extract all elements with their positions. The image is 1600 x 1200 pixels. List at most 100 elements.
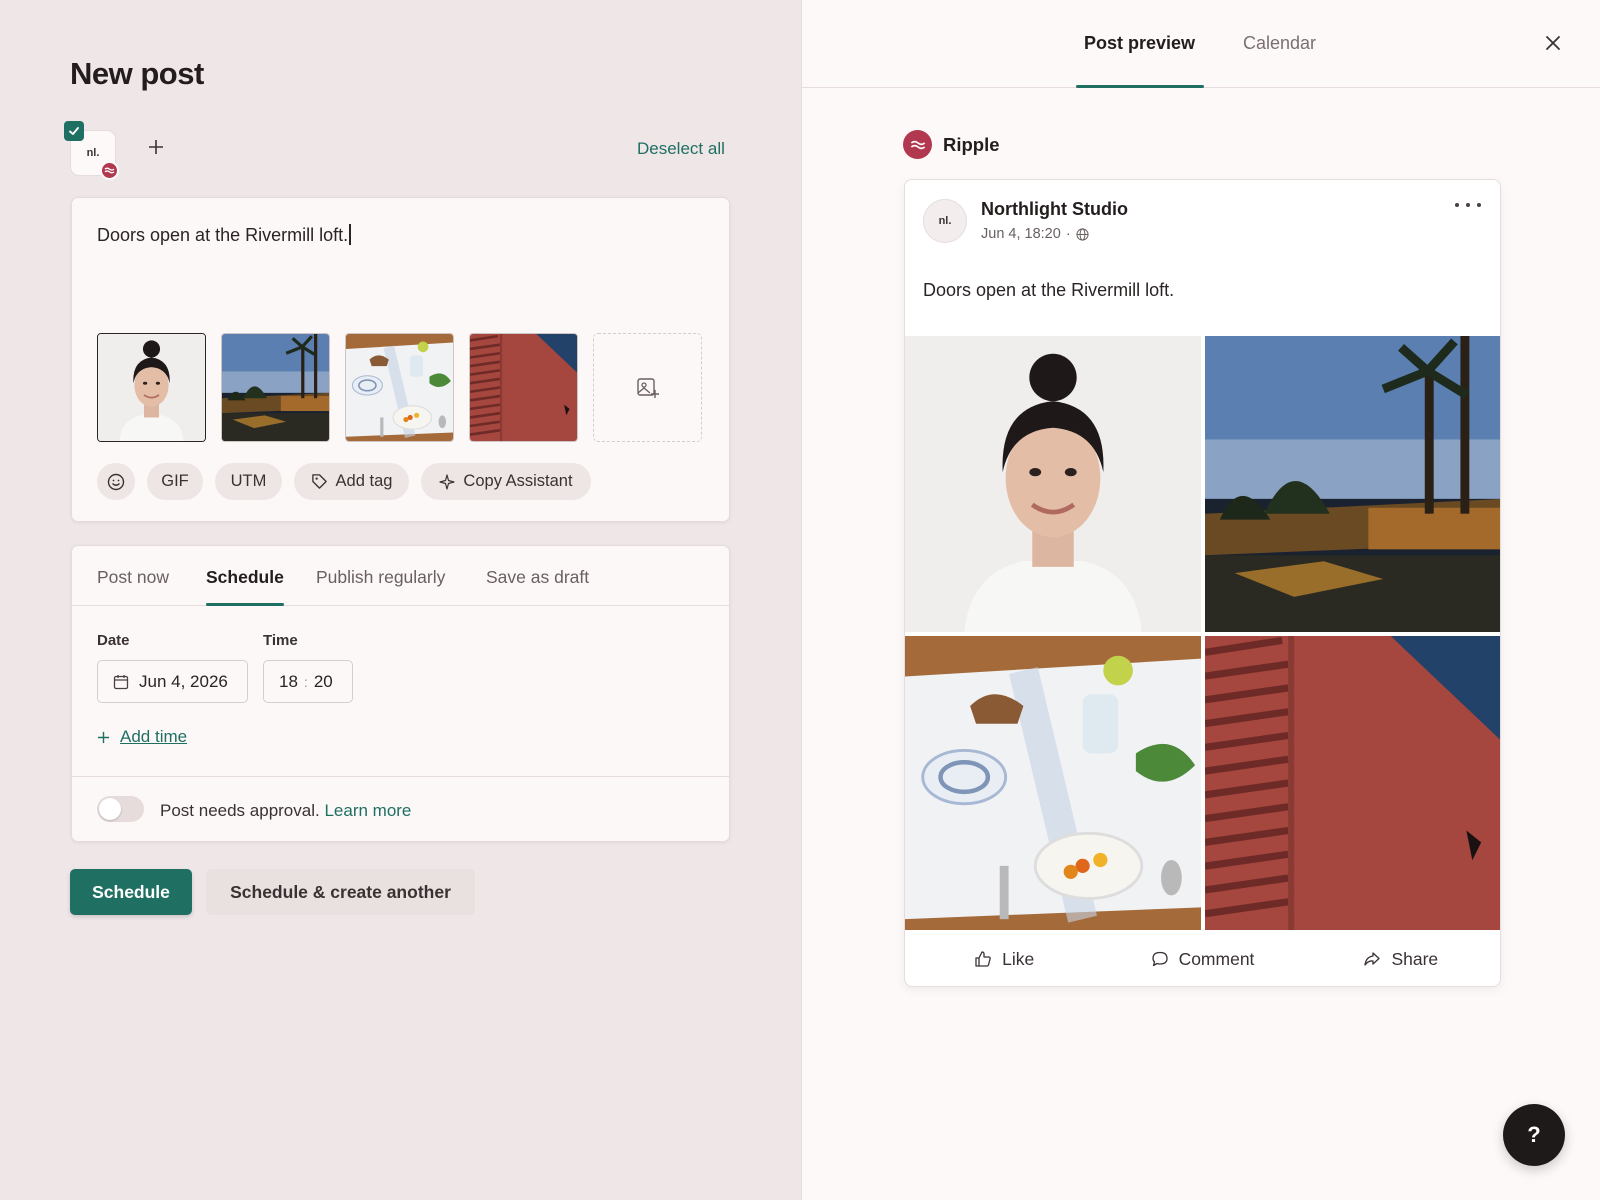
media-thumbnail-redwall[interactable] <box>469 333 578 442</box>
media-thumbnail-table[interactable] <box>345 333 454 442</box>
close-icon <box>1546 36 1560 50</box>
ripple-logo-icon <box>910 140 925 149</box>
preview-network-header: Ripple <box>903 130 1000 159</box>
post-text: Doors open at the Rivermill loft. <box>97 225 349 245</box>
add-tag-button[interactable]: Add tag <box>294 463 409 500</box>
preview-image-palm[interactable] <box>1205 336 1501 632</box>
account-selected-checkbox[interactable] <box>64 121 84 141</box>
utm-button[interactable]: UTM <box>215 463 282 500</box>
post-actions: Like Comment Share <box>905 930 1500 986</box>
time-minute: 20 <box>313 671 333 691</box>
palm-pool-night-photo <box>222 334 329 441</box>
tab-schedule[interactable]: Schedule <box>206 567 284 588</box>
share-label: Share <box>1391 948 1439 969</box>
ripple-logo-icon <box>104 167 115 174</box>
preview-image-portrait[interactable] <box>905 336 1201 632</box>
comment-label: Comment <box>1178 948 1255 969</box>
gif-label: GIF <box>161 472 189 490</box>
time-label: Time <box>263 632 298 649</box>
dot <box>1477 203 1481 207</box>
post-text-editor[interactable]: Doors open at the Rivermill loft. <box>97 224 351 246</box>
scheduling-card: Post now Schedule Publish regularly Save… <box>71 545 730 842</box>
share-button[interactable]: Share <box>1302 930 1500 986</box>
ripple-logo <box>903 130 932 159</box>
preview-tabs: Post preview Calendar <box>802 0 1600 88</box>
time-picker[interactable]: 18 : 20 <box>263 660 353 703</box>
palm-pool-night-photo <box>1205 336 1501 632</box>
globe-icon <box>1076 227 1089 241</box>
media-thumbnail-palm[interactable] <box>221 333 330 442</box>
copy-assistant-label: Copy Assistant <box>463 472 573 490</box>
time-separator: : <box>303 673 308 690</box>
author-name: Northlight Studio <box>981 199 1128 219</box>
emoji-icon <box>107 473 125 490</box>
like-button[interactable]: Like <box>905 930 1103 986</box>
tab-post-preview[interactable]: Post preview <box>1084 33 1195 54</box>
page-title: New post <box>70 56 204 91</box>
sparkle-icon <box>439 473 456 490</box>
approval-toggle[interactable] <box>97 796 144 822</box>
preview-image-table[interactable] <box>905 636 1201 930</box>
tab-publish-regularly[interactable]: Publish regularly <box>316 567 445 588</box>
copy-assistant-button[interactable]: Copy Assistant <box>421 463 591 500</box>
add-image-icon <box>636 377 659 398</box>
dot <box>1466 203 1470 207</box>
share-icon <box>1364 952 1381 966</box>
help-button[interactable]: ? <box>1503 1104 1565 1166</box>
account-initials: nl. <box>86 147 100 159</box>
schedule-create-another-button[interactable]: Schedule & create another <box>206 869 475 915</box>
preview-post-text: Doors open at the Rivermill loft. <box>923 280 1175 300</box>
tab-post-now[interactable]: Post now <box>97 567 169 588</box>
red-wall-photo <box>470 334 577 441</box>
thumbs-up-icon <box>975 951 991 967</box>
text-caret <box>349 224 351 245</box>
like-label: Like <box>1002 948 1035 969</box>
more-options-button[interactable] <box>1455 198 1481 212</box>
post-preview-card: nl. Northlight Studio Jun 4, 18:20 · Doo… <box>904 179 1501 987</box>
dot <box>1455 203 1459 207</box>
add-time-link[interactable]: Add time <box>97 727 187 747</box>
post-timestamp: Jun 4, 18:20 <box>981 226 1061 242</box>
publish-mode-tabs: Post now Schedule Publish regularly Save… <box>72 546 729 606</box>
tag-icon <box>311 474 327 489</box>
divider <box>72 776 729 777</box>
check-icon <box>69 127 79 135</box>
breakfast-table-photo <box>346 334 453 441</box>
author-initials: nl. <box>938 215 952 227</box>
breakfast-table-photo <box>905 636 1201 930</box>
learn-more-link[interactable]: Learn more <box>324 801 411 820</box>
comment-button[interactable]: Comment <box>1103 930 1301 986</box>
deselect-all-link[interactable]: Deselect all <box>637 139 725 159</box>
preview-panel: Post preview Calendar Ripple nl. Northli… <box>801 0 1600 1200</box>
portrait-photo <box>905 336 1201 632</box>
tab-save-as-draft[interactable]: Save as draft <box>486 567 589 588</box>
emoji-button[interactable] <box>97 463 135 500</box>
meta-separator: · <box>1065 226 1071 242</box>
active-tab-indicator <box>206 603 284 606</box>
tab-calendar[interactable]: Calendar <box>1243 33 1316 54</box>
approval-text: Post needs approval. Learn more <box>160 801 411 821</box>
composer-panel: New post nl. Deselect all Doors open at … <box>0 0 801 1200</box>
gif-button[interactable]: GIF <box>147 463 203 500</box>
portrait-photo <box>98 334 205 441</box>
red-wall-photo <box>1205 636 1501 930</box>
close-button[interactable] <box>1542 32 1564 54</box>
plus-icon <box>149 140 163 154</box>
date-picker[interactable]: Jun 4, 2026 <box>97 660 248 703</box>
schedule-button[interactable]: Schedule <box>70 869 192 915</box>
add-media-button[interactable] <box>593 333 702 442</box>
comment-icon <box>1151 951 1168 967</box>
post-meta: Jun 4, 18:20 · <box>981 226 1089 242</box>
network-name: Ripple <box>943 133 1000 155</box>
author-avatar: nl. <box>923 199 967 243</box>
add-time-label: Add time <box>120 727 188 746</box>
time-hour: 18 <box>279 671 298 691</box>
media-thumbnail-portrait[interactable] <box>97 333 206 442</box>
date-label: Date <box>97 632 130 649</box>
date-value: Jun 4, 2026 <box>139 671 228 691</box>
active-tab-indicator <box>1076 85 1204 88</box>
preview-image-redwall[interactable] <box>1205 636 1501 930</box>
add-account-button[interactable] <box>145 136 167 158</box>
add-tag-label: Add tag <box>335 472 393 490</box>
toggle-knob <box>99 798 121 820</box>
